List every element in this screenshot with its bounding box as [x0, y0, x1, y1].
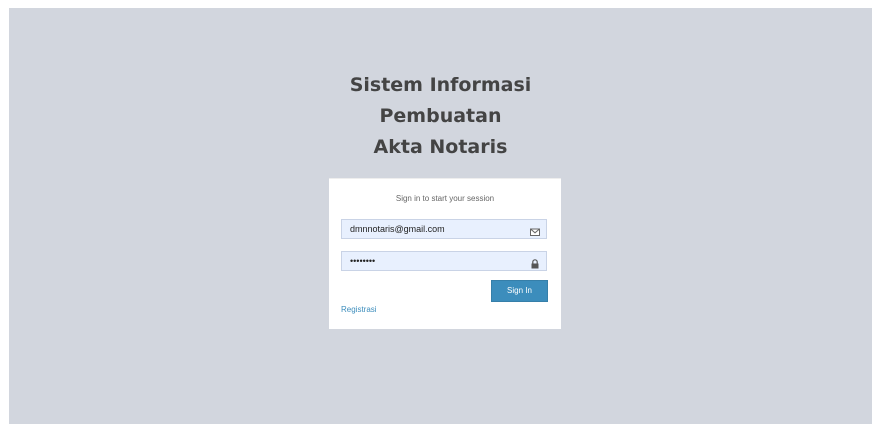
- app-title-line-1: Sistem Informasi: [349, 74, 532, 96]
- sign-in-button[interactable]: Sign In: [491, 280, 548, 302]
- lock-icon: [530, 256, 540, 269]
- app-title-line-2: Pembuatan: [379, 105, 502, 127]
- envelope-icon: [530, 224, 540, 236]
- app-title: Sistem Informasi Pembuatan Akta Notaris: [9, 70, 872, 163]
- app-title-line-3: Akta Notaris: [373, 136, 508, 158]
- email-input[interactable]: [342, 220, 522, 238]
- register-link[interactable]: Registrasi: [341, 305, 377, 314]
- login-page: Sistem Informasi Pembuatan Akta Notaris …: [9, 8, 872, 424]
- login-box: Sign in to start your session Sign In Re…: [329, 178, 561, 329]
- password-field[interactable]: [341, 251, 547, 271]
- email-field[interactable]: [341, 219, 547, 239]
- password-input[interactable]: [342, 252, 522, 270]
- login-box-message: Sign in to start your session: [395, 194, 495, 203]
